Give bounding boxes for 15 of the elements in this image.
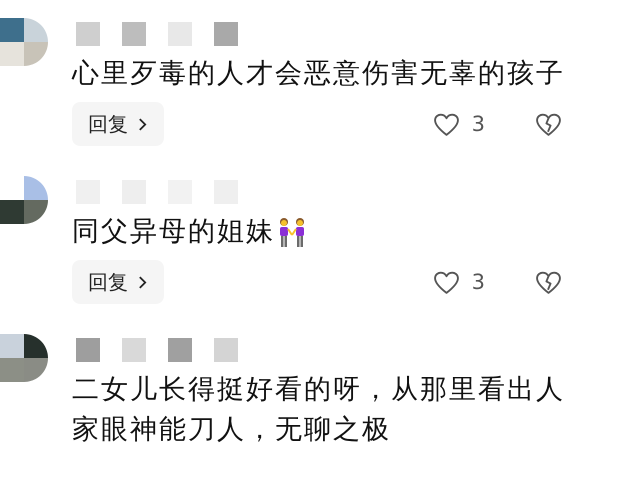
heart-icon[interactable] (432, 112, 460, 136)
comment-text: 心里歹毒的人才会恶意伤害无辜的孩子 (72, 57, 565, 91)
reply-button[interactable]: 回复 (72, 102, 164, 146)
broken-heart-icon[interactable] (535, 270, 562, 294)
chevron-icon (138, 116, 147, 132)
heart-icon[interactable] (432, 270, 460, 294)
chevron-icon (138, 274, 147, 290)
broken-heart-icon[interactable] (535, 112, 562, 136)
like-count: 3 (472, 112, 485, 136)
comment-text: 同父异母的姐妹 (72, 215, 275, 249)
reply-button[interactable]: 回复 (72, 260, 164, 304)
like-count: 3 (472, 270, 485, 294)
comment-text: 二女儿长得挺好看的呀，从那里看出人家眼神能刀人，无聊之极 (72, 373, 566, 447)
avatar-placeholder[interactable] (0, 176, 48, 224)
avatar-placeholder[interactable] (0, 334, 48, 382)
